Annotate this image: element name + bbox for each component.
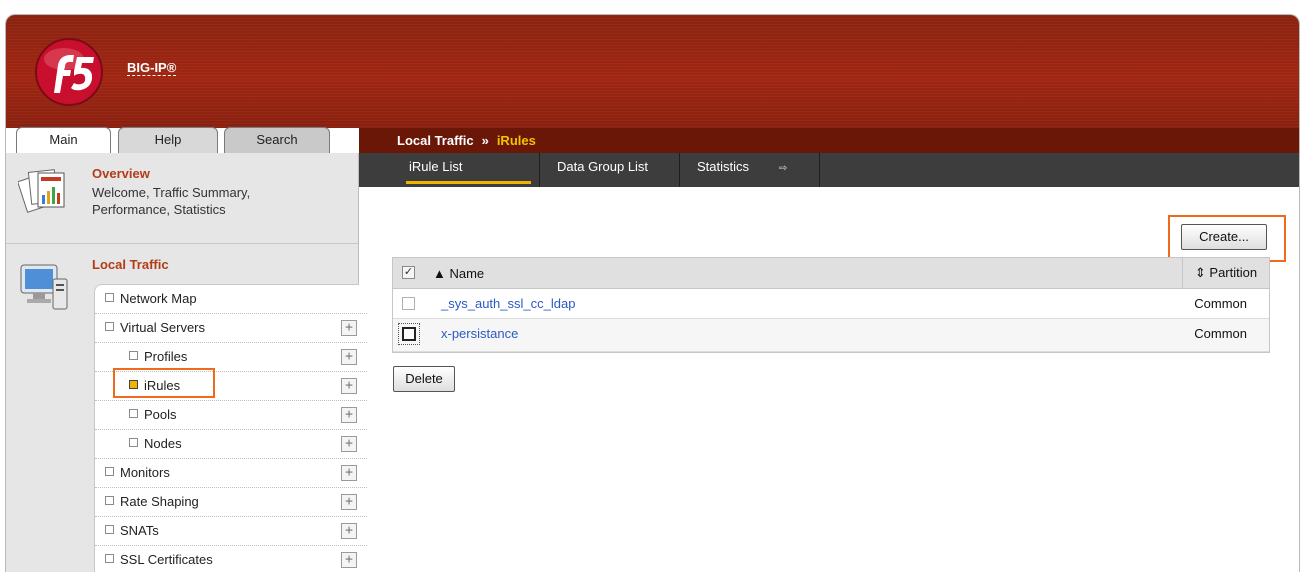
local-traffic-icon — [20, 264, 68, 310]
name-column-header[interactable]: ▲ Name — [433, 266, 484, 281]
bullet-icon — [105, 293, 114, 302]
expand-plus-icon[interactable]: + — [341, 378, 357, 394]
primary-tabs: Main Help Search — [6, 127, 358, 153]
table-row: x-persistance Common — [393, 319, 1269, 352]
nav-item-label: SSL Certificates — [120, 552, 213, 567]
bullet-icon — [105, 467, 114, 476]
bullet-icon — [129, 438, 138, 447]
subtab-label: Statistics — [697, 159, 750, 174]
table-header: ✓ ▲ Name ⇕ Partition — [393, 258, 1269, 289]
row-checkbox[interactable] — [402, 297, 415, 310]
nav-item-network-map[interactable]: Network Map — [95, 285, 367, 314]
subtab-label: iRule List — [409, 159, 463, 174]
overview-title[interactable]: Overview — [92, 166, 150, 181]
overview-desc-line: Welcome, Traffic Summary, — [92, 185, 251, 200]
nav-item-label: SNATs — [120, 523, 159, 538]
sub-tab-bar: iRule List Data Group List Statistics ⇨ — [359, 153, 1299, 187]
create-button[interactable]: Create... — [1181, 224, 1267, 250]
nav-item-ssl-certificates[interactable]: SSL Certificates + — [95, 546, 367, 572]
f5-logo — [35, 38, 103, 106]
nav-item-snats[interactable]: SNATs + — [95, 517, 367, 546]
sidebar-divider — [6, 243, 358, 244]
tab-search[interactable]: Search — [224, 127, 330, 153]
expand-plus-icon[interactable]: + — [341, 436, 357, 452]
tab-main[interactable]: Main — [16, 127, 111, 153]
subtab-statistics[interactable]: Statistics ⇨ — [680, 153, 820, 187]
partition-cell: Common — [1194, 296, 1247, 311]
expand-plus-icon[interactable]: + — [341, 349, 357, 365]
nav-item-label: Network Map — [120, 291, 197, 306]
expand-plus-icon[interactable]: + — [341, 523, 357, 539]
expand-plus-icon[interactable]: + — [341, 552, 357, 568]
nav-item-virtual-servers[interactable]: Virtual Servers + — [95, 314, 367, 343]
tab-help[interactable]: Help — [118, 127, 218, 153]
breadcrumb: Local Traffic » iRules — [359, 128, 1299, 153]
breadcrumb-separator: » — [481, 133, 489, 148]
header-banner: BIG-IP® — [6, 15, 1299, 128]
select-all-checkbox[interactable]: ✓ — [402, 266, 415, 279]
expand-plus-icon[interactable]: + — [341, 465, 357, 481]
irule-name-link[interactable]: _sys_auth_ssl_cc_ldap — [441, 296, 575, 311]
nav-item-monitors[interactable]: Monitors + — [95, 459, 367, 488]
nav-item-label: Pools — [144, 407, 177, 422]
overview-desc-line: Performance, Statistics — [92, 202, 226, 217]
bullet-icon — [105, 554, 114, 563]
nav-item-rate-shaping[interactable]: Rate Shaping + — [95, 488, 367, 517]
sidebar: Overview Welcome, Traffic Summary, Perfo… — [6, 153, 367, 572]
subtab-label: Data Group List — [557, 159, 649, 174]
irules-table: ✓ ▲ Name ⇕ Partition _sys_auth_ssl_cc_ld… — [392, 257, 1270, 353]
breadcrumb-section[interactable]: Local Traffic — [397, 133, 474, 148]
expand-plus-icon[interactable]: + — [341, 494, 357, 510]
bullet-icon — [105, 496, 114, 505]
nav-item-label: Virtual Servers — [120, 320, 206, 335]
nav-item-nodes[interactable]: Nodes + — [95, 430, 367, 459]
nav-item-label: Nodes — [144, 436, 182, 451]
subtab-data-group-list[interactable]: Data Group List — [540, 153, 680, 187]
overview-icon — [18, 169, 65, 213]
table-row: _sys_auth_ssl_cc_ldap Common — [393, 289, 1269, 319]
product-name[interactable]: BIG-IP® — [127, 60, 177, 76]
nav-item-pools[interactable]: Pools + — [95, 401, 367, 430]
bullet-icon — [105, 322, 114, 331]
partition-column-header[interactable]: ⇕ Partition — [1182, 258, 1269, 288]
subtab-irule-list[interactable]: iRule List — [392, 153, 540, 187]
partition-cell: Common — [1194, 326, 1247, 341]
bullet-icon — [105, 525, 114, 534]
local-traffic-nav: Network Map Virtual Servers + Profiles +… — [94, 284, 367, 572]
nav-item-label: Monitors — [120, 465, 170, 480]
irule-name-link[interactable]: x-persistance — [441, 326, 518, 341]
local-traffic-title[interactable]: Local Traffic — [92, 257, 169, 272]
more-arrow-icon[interactable]: ⇨ — [779, 163, 787, 174]
row-checkbox[interactable] — [398, 323, 420, 345]
overview-description[interactable]: Welcome, Traffic Summary, Performance, S… — [92, 184, 332, 218]
nav-item-label: Profiles — [144, 349, 188, 364]
expand-plus-icon[interactable]: + — [341, 407, 357, 423]
nav-item-label: Rate Shaping — [120, 494, 199, 509]
expand-plus-icon[interactable]: + — [341, 320, 357, 336]
bullet-icon — [129, 409, 138, 418]
irules-highlight-box — [113, 368, 215, 398]
delete-button[interactable]: Delete — [393, 366, 455, 392]
breadcrumb-current: iRules — [496, 133, 536, 148]
bullet-icon — [129, 351, 138, 360]
